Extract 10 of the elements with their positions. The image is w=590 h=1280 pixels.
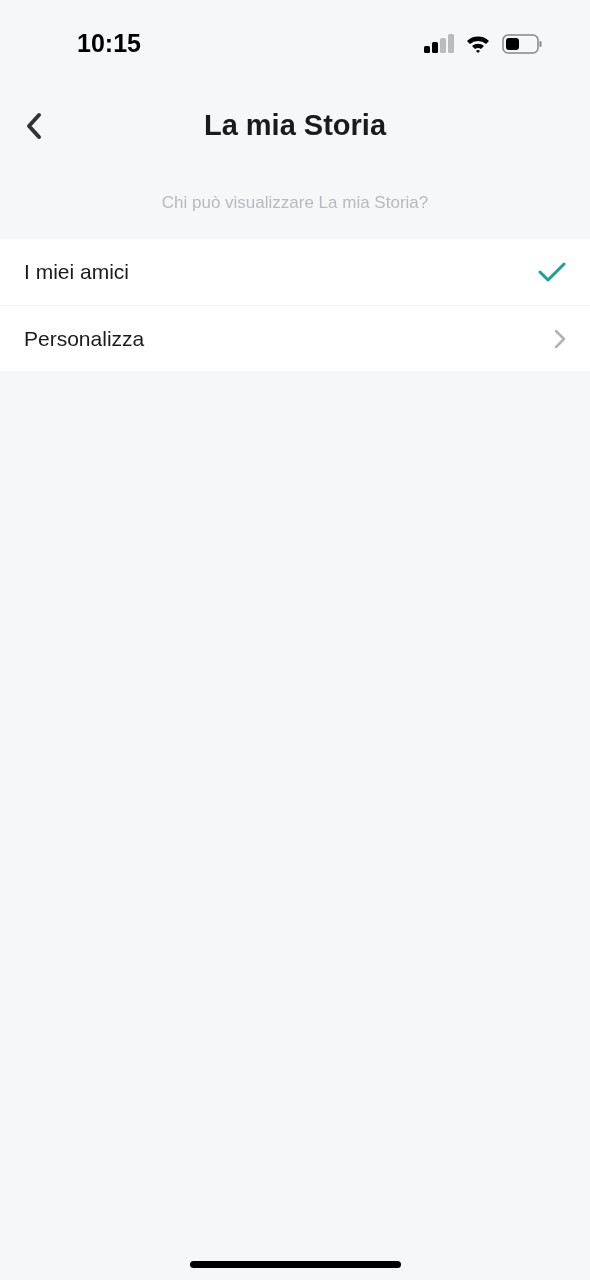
section-caption: Chi può visualizzare La mia Storia? [161, 191, 429, 214]
wifi-icon [466, 34, 490, 54]
option-label: I miei amici [24, 259, 129, 286]
option-row[interactable]: I miei amici [0, 239, 590, 305]
page-title: La mia Storia [203, 108, 387, 144]
signal-icon [424, 34, 454, 54]
battery-icon [502, 34, 542, 54]
option-label: Personalizza [24, 325, 145, 352]
status-time: 10:15 [77, 28, 141, 60]
option-row[interactable]: Personalizza [0, 305, 590, 371]
